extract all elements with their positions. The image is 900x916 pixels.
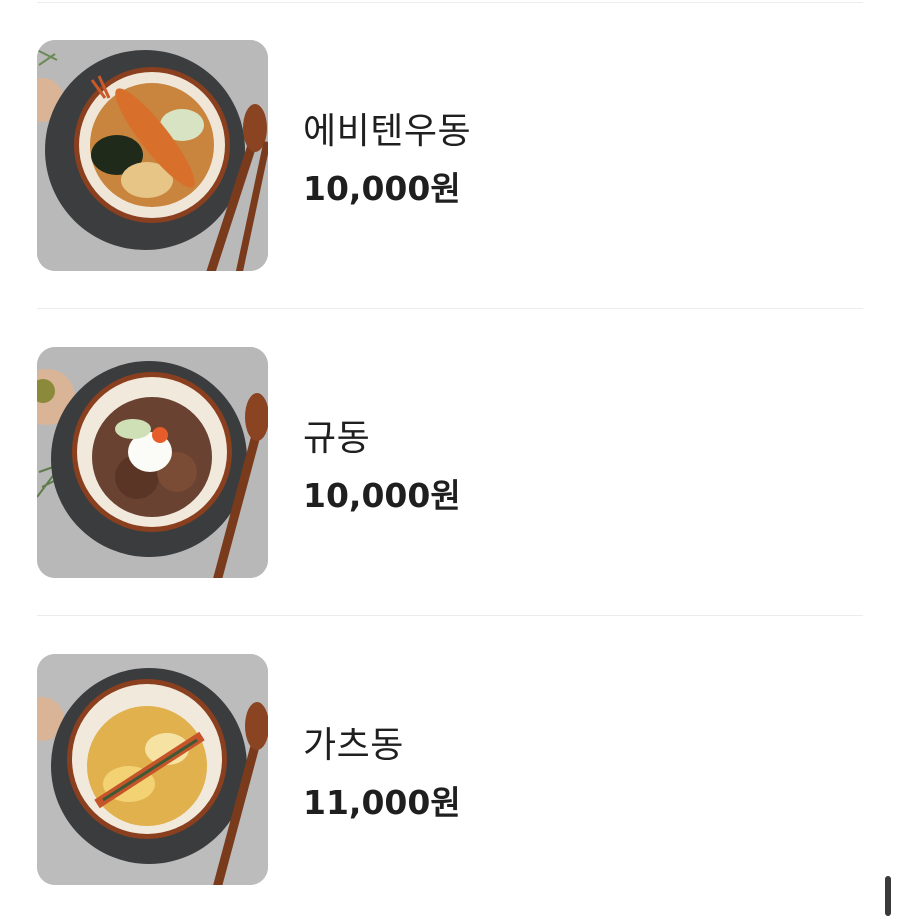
- divider: [37, 308, 863, 309]
- gyudon-photo[interactable]: [37, 347, 268, 578]
- menu-item-name: 규동: [303, 418, 371, 459]
- menu-item-gyudon[interactable]: 규동 10,000원: [37, 347, 863, 579]
- katsudon-photo[interactable]: [37, 654, 268, 885]
- divider: [37, 2, 863, 3]
- scrollbar[interactable]: [885, 876, 891, 916]
- menu-item-katsudon[interactable]: 가츠동 11,000원: [37, 654, 863, 886]
- menu-item-name: 에비텐우동: [303, 111, 472, 152]
- menu-item-price: 11,000원: [303, 783, 461, 822]
- menu-item-name: 가츠동: [303, 725, 404, 766]
- menu-item-price: 10,000원: [303, 476, 461, 515]
- ebiten-udon-photo[interactable]: [37, 40, 268, 271]
- menu-list: 에비텐우동 10,000원 규동 10,000원 가츠동 11,000원: [37, 0, 863, 916]
- menu-item-ebiten-udon[interactable]: 에비텐우동 10,000원: [37, 40, 863, 272]
- divider: [37, 615, 863, 616]
- menu-item-price: 10,000원: [303, 169, 461, 208]
